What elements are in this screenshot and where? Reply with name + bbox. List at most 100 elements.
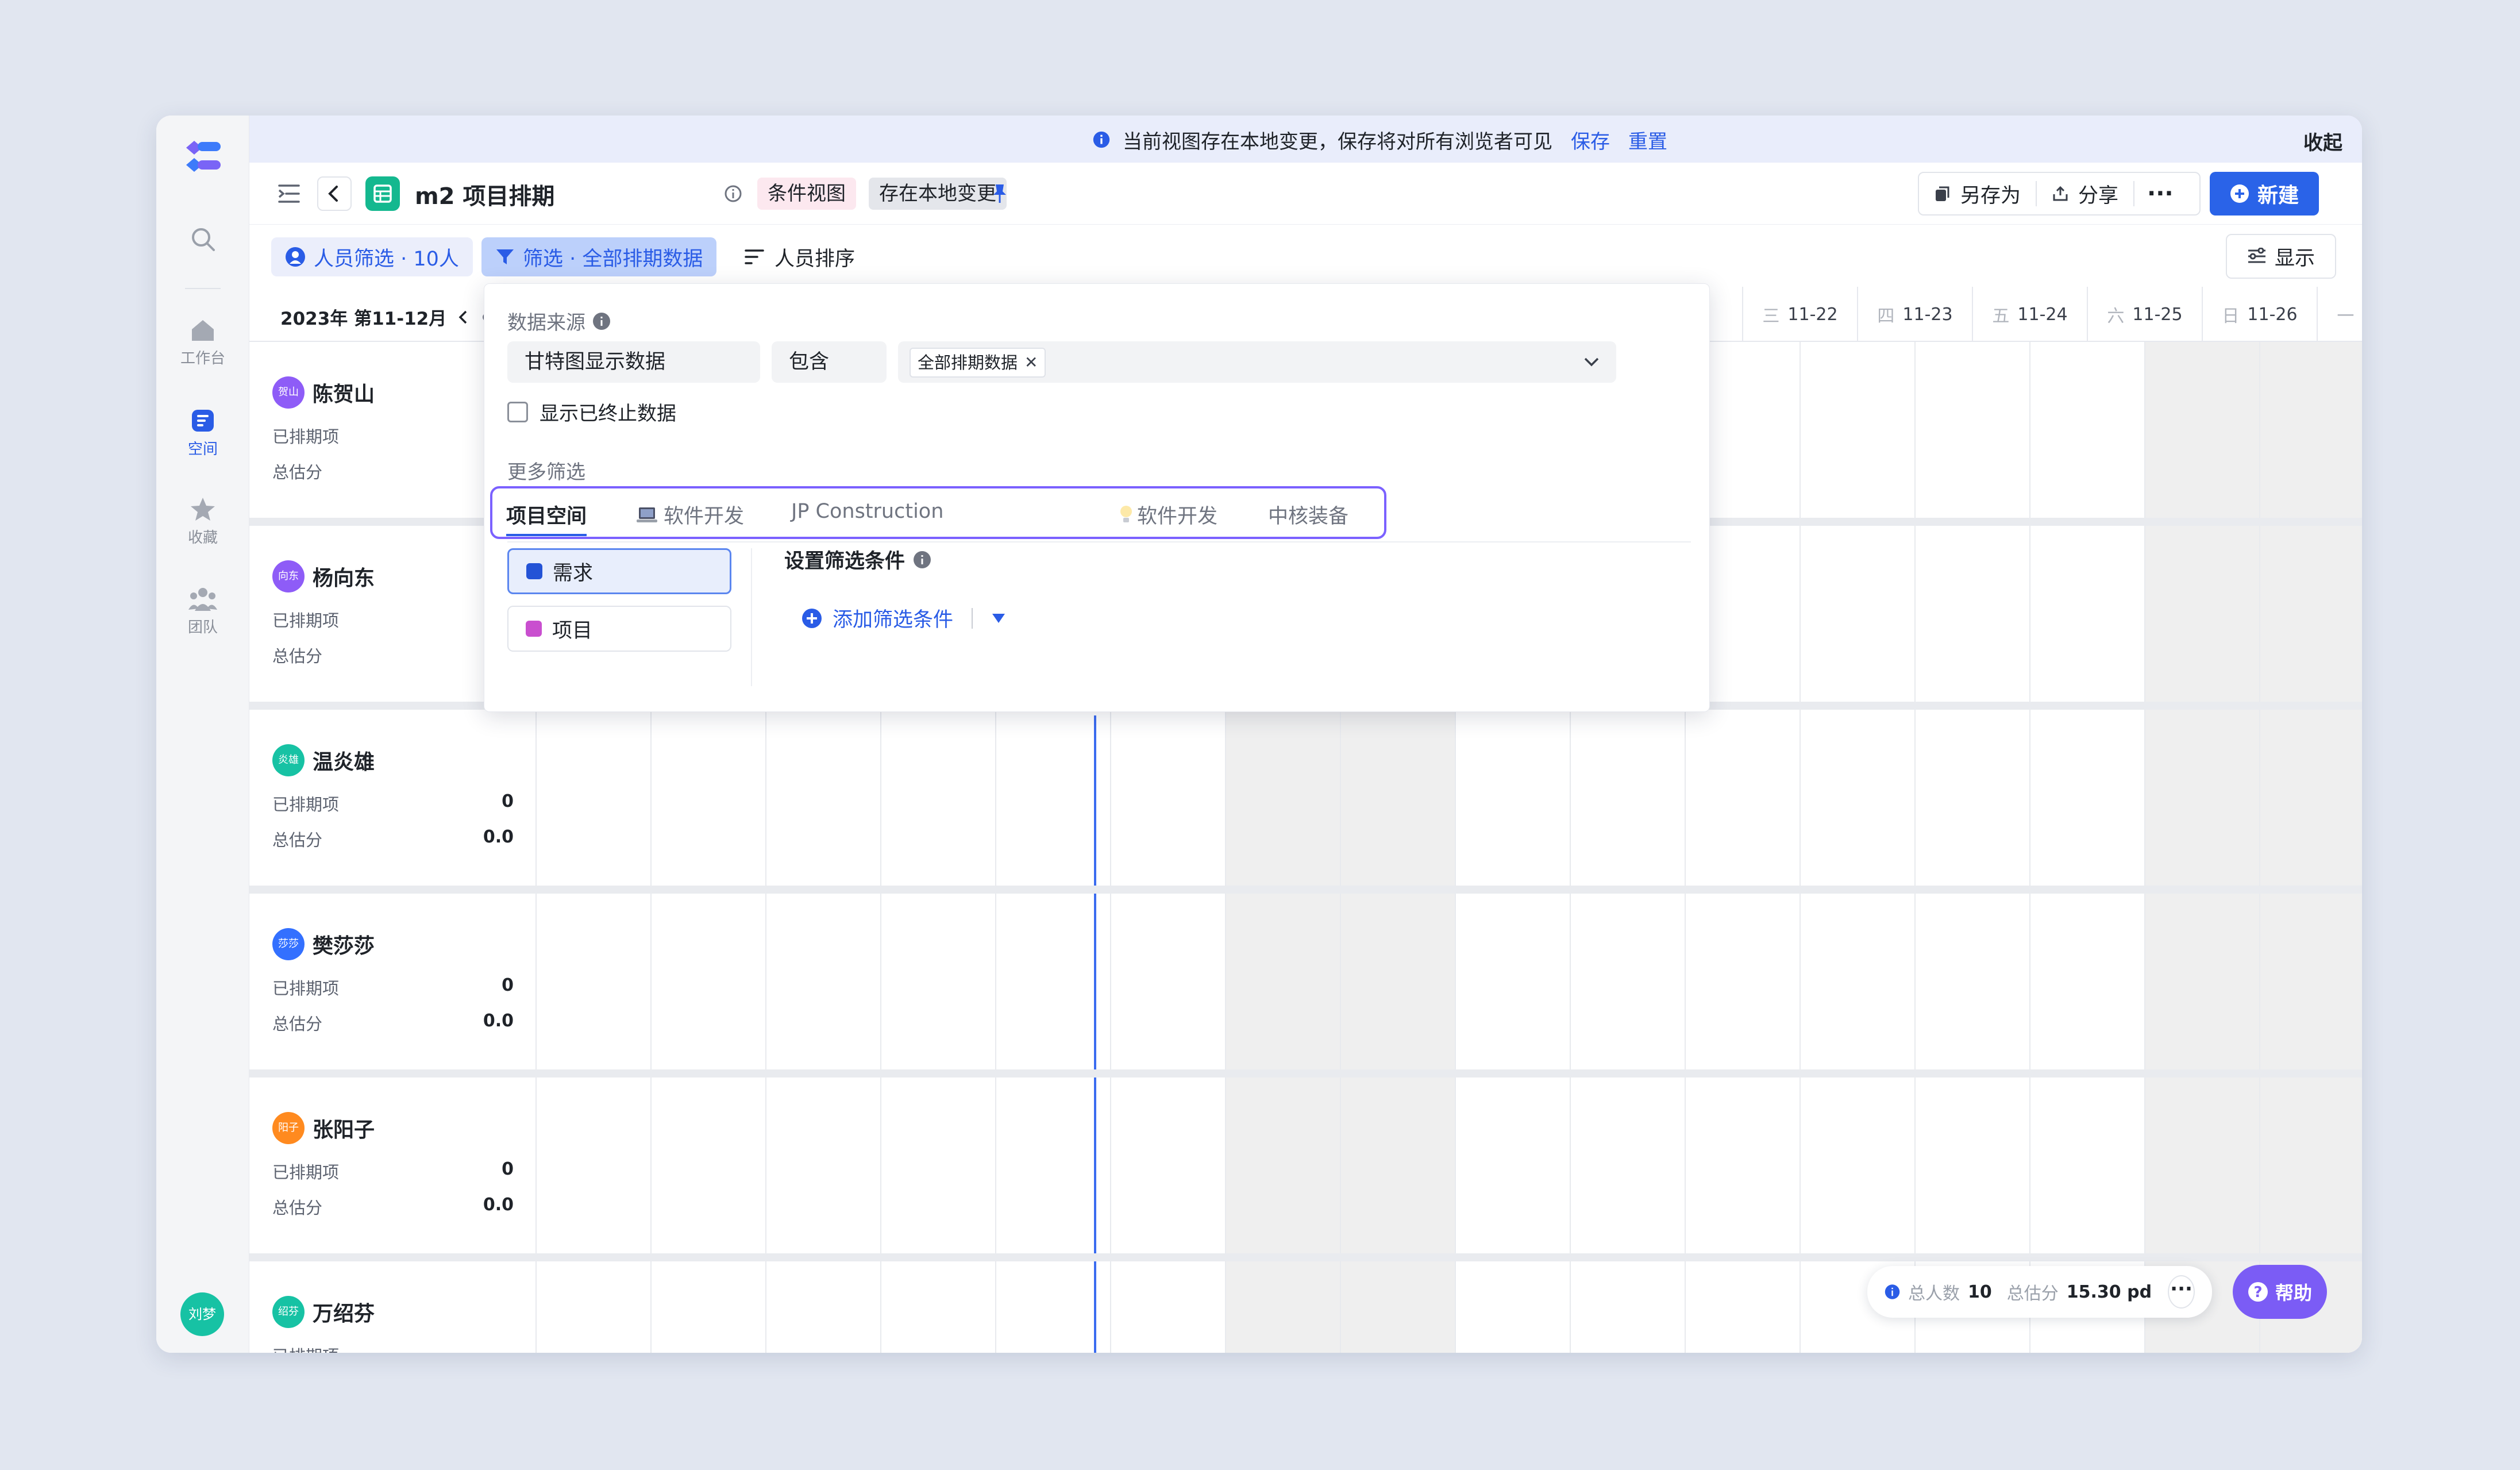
rail-workbench[interactable]: 工作台: [156, 317, 249, 368]
date-label: 11-25: [2132, 304, 2183, 325]
rail-space[interactable]: 空间: [156, 407, 249, 459]
data-source-label: 数据来源: [507, 311, 585, 334]
total-people-label: 总人数: [1908, 1284, 1960, 1304]
tab-zhonghe[interactable]: 中核装备: [1268, 500, 1348, 529]
info-icon: [1885, 1284, 1900, 1299]
date-label: 11-26: [2247, 304, 2298, 325]
estimate-label: 总估分: [272, 1014, 323, 1034]
summary-bar: 总人数 10 总估分 15.30 pd ···: [1867, 1266, 2212, 1318]
scheduled-label: 已排期项: [272, 979, 340, 998]
person-name: 陈贺山: [313, 383, 375, 406]
help-label: 帮助: [2275, 1282, 2312, 1304]
type-project-label: 项目: [552, 619, 593, 642]
header-actions: 另存为 分享 ···: [1918, 172, 2201, 216]
gantt-view-icon: [365, 176, 400, 211]
info-icon[interactable]: [913, 551, 931, 569]
selected-chip-label: 全部排期数据: [918, 353, 1018, 372]
source-field-select[interactable]: 甘特图显示数据: [507, 341, 760, 383]
person-row[interactable]: 莎莎 樊莎莎 已排期项 0 总估分 0.0: [249, 894, 535, 1069]
date-label: 11-22: [1787, 304, 1838, 325]
person-row[interactable]: 绍芬 万绍芬 已排期项 总估分: [249, 1261, 535, 1353]
people-sort-label: 人员排序: [775, 247, 856, 271]
chevron-down-icon: [1584, 357, 1599, 367]
day-column-header: 六 11-25: [2087, 287, 2202, 342]
rail-label-workbench: 工作台: [180, 350, 225, 367]
date-label: 11-24: [2017, 304, 2068, 325]
people-sort-button[interactable]: 人员排序: [745, 237, 855, 276]
save-as-button[interactable]: 另存为: [1919, 181, 2037, 207]
banner-collapse[interactable]: 收起: [2303, 127, 2342, 155]
left-rail: 工作台 空间 收藏 团队 刘梦: [156, 116, 249, 1353]
info-icon[interactable]: [592, 312, 611, 330]
rail-favorites[interactable]: 收藏: [156, 496, 249, 547]
person-row[interactable]: 阳子 张阳子 已排期项 0 总估分 0.0: [249, 1078, 535, 1253]
help-icon: ?: [2248, 1282, 2268, 1302]
scheduled-label: 已排期项: [272, 427, 340, 447]
help-button[interactable]: ? 帮助: [2233, 1265, 2327, 1319]
tab-software-dev-2[interactable]: 软件开发: [1119, 500, 1217, 529]
avatar: 莎莎: [272, 928, 305, 960]
value-multiselect[interactable]: 全部排期数据 ✕: [898, 341, 1616, 383]
add-condition-button[interactable]: 添加筛选条件: [802, 603, 1006, 633]
person-row[interactable]: 炎雄 温炎雄 已排期项 0 总估分 0.0: [249, 710, 535, 886]
close-icon[interactable]: ✕: [1024, 349, 1038, 376]
banner-reset-link[interactable]: 重置: [1628, 126, 1667, 154]
filter-button[interactable]: 筛选 · 全部排期数据: [481, 237, 717, 276]
rail-label-team: 团队: [187, 619, 218, 636]
requirement-color-icon: [526, 563, 542, 579]
project-color-icon: [526, 621, 542, 637]
show-terminated-checkbox[interactable]: [507, 401, 528, 422]
data-source-heading: 数据来源: [507, 307, 611, 335]
sort-icon: [745, 249, 764, 264]
view-type-tag: 条件视图: [757, 178, 856, 210]
person-circle-icon: [286, 247, 305, 267]
share-button[interactable]: 分享: [2037, 181, 2135, 207]
tab-jp-construction[interactable]: JP Construction: [791, 500, 943, 523]
scheduled-label: 已排期项: [272, 1163, 340, 1182]
summary-more-button[interactable]: ···: [2168, 1275, 2195, 1309]
condition-title: 设置筛选条件: [784, 550, 905, 573]
caret-down-icon[interactable]: [991, 613, 1006, 624]
scheduled-value: 0: [502, 791, 514, 811]
type-requirement[interactable]: 需求: [507, 548, 731, 594]
share-icon: [2053, 186, 2068, 201]
back-button[interactable]: [317, 176, 352, 211]
estimate-value: 0.0: [483, 827, 514, 847]
chevron-left-icon[interactable]: [457, 308, 471, 326]
show-terminated-option[interactable]: 显示已终止数据: [507, 398, 676, 426]
weekday-label: 三: [1762, 306, 1780, 326]
selected-chip: 全部排期数据 ✕: [910, 348, 1046, 378]
estimate-label: 总估分: [272, 463, 323, 482]
new-label: 新建: [2257, 184, 2299, 207]
tab-project-space[interactable]: 项目空间: [506, 500, 587, 536]
banner-save-link[interactable]: 保存: [1571, 126, 1610, 154]
scheduled-label: 已排期项: [272, 611, 340, 630]
scheduled-value: 0: [502, 1159, 514, 1179]
team-icon: [188, 588, 217, 611]
new-button[interactable]: 新建: [2210, 172, 2319, 216]
plus-circle-icon: [2230, 184, 2249, 203]
operator-select[interactable]: 包含: [772, 341, 887, 383]
display-button[interactable]: 显示: [2226, 234, 2336, 279]
info-outline-icon[interactable]: [724, 184, 742, 203]
sidebar-toggle-icon[interactable]: [278, 183, 300, 204]
person-name: 杨向东: [313, 567, 375, 590]
rail-team[interactable]: 团队: [156, 586, 249, 637]
weekday-label: 五: [1992, 306, 2010, 326]
total-estimate-value: 15.30 pd: [2066, 1282, 2152, 1302]
rail-search[interactable]: [156, 226, 249, 256]
space-tabs: 项目空间 软件开发 JP Construction 软件开发 中核装备: [490, 486, 1386, 539]
period-switcher[interactable]: 2023年 第11-12月: [280, 304, 492, 330]
more-button[interactable]: ···: [2134, 182, 2186, 205]
person-name: 樊莎莎: [313, 934, 375, 958]
filter-label: 筛选 · 全部排期数据: [523, 247, 703, 271]
avatar: 绍芬: [272, 1296, 305, 1328]
tab-software-dev[interactable]: 软件开发: [636, 500, 744, 529]
local-change-banner: 当前视图存在本地变更，保存将对所有浏览者可见 保存 重置 收起: [249, 116, 2362, 163]
space-icon: [192, 410, 214, 432]
pin-icon[interactable]: [989, 182, 1010, 205]
type-project[interactable]: 项目: [507, 606, 731, 652]
people-filter-button[interactable]: 人员筛选 · 10人: [271, 237, 473, 276]
weekday-label: 四: [1877, 306, 1895, 326]
user-avatar[interactable]: 刘梦: [180, 1292, 224, 1336]
